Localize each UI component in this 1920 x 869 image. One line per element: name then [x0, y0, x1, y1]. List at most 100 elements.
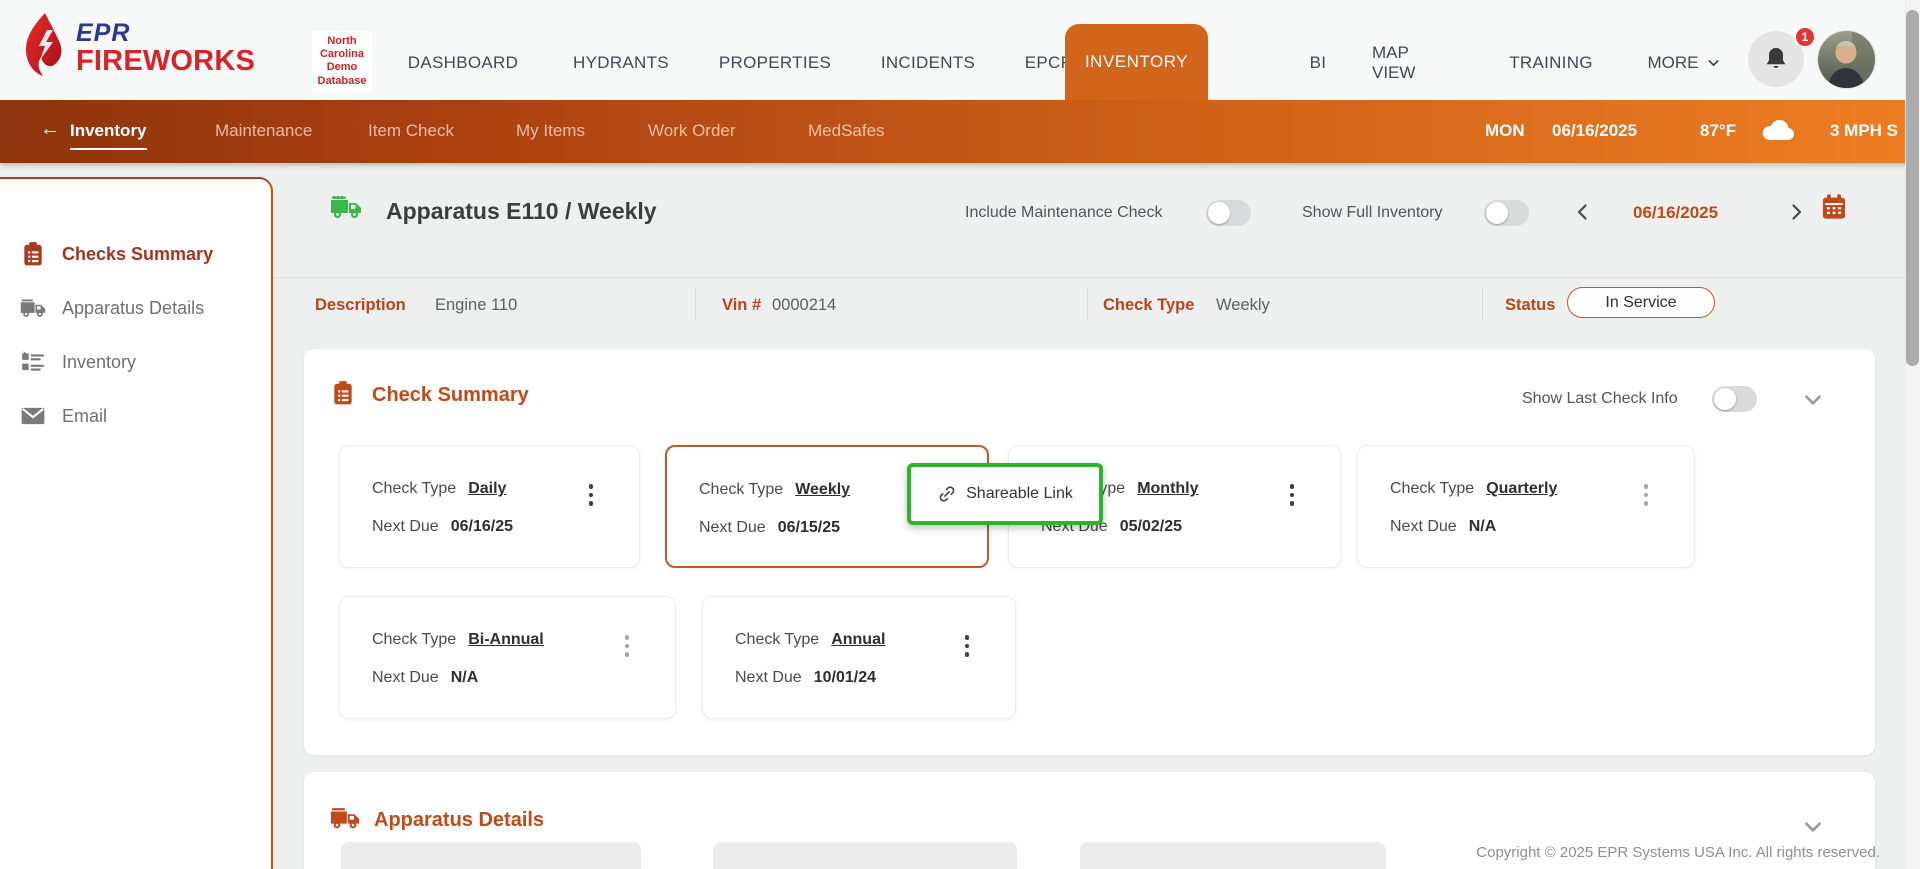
calendar-icon[interactable]	[1820, 193, 1848, 221]
nav-item-hydrants[interactable]: HYDRANTS	[573, 53, 669, 73]
collapse-chevron-icon[interactable]	[1802, 816, 1824, 838]
weather-temperature: 87°F	[1700, 121, 1736, 141]
subnav-item-maintenance[interactable]: Maintenance	[215, 121, 312, 141]
check-type-value: Weekly	[1216, 296, 1270, 315]
badge-line: Demo	[313, 61, 371, 74]
placeholder-block	[1080, 842, 1386, 869]
next-due-label: Next Due	[699, 519, 766, 536]
page-scrollbar	[1905, 0, 1920, 869]
next-date-chevron-icon[interactable]	[1786, 202, 1806, 222]
user-avatar[interactable]	[1818, 31, 1875, 88]
sidebar-item-apparatus-details[interactable]: Apparatus Details	[0, 281, 271, 335]
check-type-label: Check Type	[372, 480, 456, 497]
back-arrow-icon[interactable]: ←	[40, 118, 60, 141]
show-last-check-toggle[interactable]	[1712, 386, 1757, 412]
next-due-label: Next Due	[735, 669, 802, 686]
subnav-item-inventory[interactable]: Inventory	[70, 121, 147, 150]
nav-item-bi[interactable]: BI	[1310, 53, 1327, 73]
sidebar-item-checks-summary[interactable]: Checks Summary	[0, 227, 271, 281]
info-separator	[1087, 287, 1088, 321]
fire-truck-icon	[330, 806, 360, 830]
show-full-inventory-label: Show Full Inventory	[1302, 204, 1443, 222]
check-summary-section: Check Summary Show Last Check Info Check…	[304, 349, 1875, 755]
previous-date-chevron-icon[interactable]	[1573, 202, 1593, 222]
kebab-menu-icon[interactable]	[1288, 482, 1297, 508]
next-due-value: 10/01/24	[814, 669, 876, 686]
nav-item-more[interactable]: MORE	[1648, 53, 1721, 73]
kebab-menu-icon[interactable]	[623, 633, 632, 659]
left-sidebar: Checks Summary Apparatus Details Invento…	[0, 177, 273, 869]
weather-wind: 3 MPH S	[1830, 121, 1898, 141]
check-type-link[interactable]: Monthly	[1137, 480, 1198, 497]
check-card-quarterly[interactable]: Check TypeQuarterly Next DueN/A	[1357, 445, 1695, 568]
more-label: MORE	[1648, 53, 1699, 73]
nav-item-training[interactable]: TRAINING	[1509, 53, 1593, 73]
description-value: Engine 110	[435, 296, 517, 315]
kebab-menu-icon[interactable]	[1642, 482, 1651, 508]
next-due-value: 06/15/25	[778, 519, 840, 536]
status-badge: In Service	[1567, 287, 1715, 318]
screen: EPR FIREWORKS North Carolina Demo Databa…	[0, 0, 1920, 869]
check-card-annual[interactable]: Check TypeAnnual Next Due10/01/24	[702, 596, 1016, 719]
kebab-menu-icon[interactable]	[587, 482, 596, 508]
envelope-icon	[20, 403, 46, 429]
check-type-link[interactable]: Annual	[831, 631, 885, 648]
kebab-menu-icon[interactable]	[963, 633, 972, 659]
shareable-link-menu-item[interactable]: Shareable Link	[907, 463, 1103, 525]
show-last-check-label: Show Last Check Info	[1522, 390, 1678, 408]
collapse-chevron-icon[interactable]	[1802, 389, 1824, 411]
weather-day: MON	[1485, 121, 1525, 141]
bell-icon	[1762, 45, 1790, 73]
map-view-line1: MAP	[1372, 43, 1415, 63]
nav-item-dashboard[interactable]: DASHBOARD	[408, 53, 518, 73]
check-type-link[interactable]: Bi-Annual	[468, 631, 544, 648]
avatar-image	[1818, 31, 1875, 88]
check-type-label: Check Type	[372, 631, 456, 648]
clipboard-icon	[330, 380, 356, 406]
placeholder-block	[341, 842, 641, 869]
subnav-item-my-items[interactable]: My Items	[516, 121, 585, 141]
page-title: Apparatus E110 / Weekly	[386, 198, 657, 225]
include-maintenance-toggle[interactable]	[1206, 200, 1251, 226]
next-due-value: N/A	[1469, 518, 1497, 535]
check-type-link[interactable]: Weekly	[795, 481, 850, 498]
epr-fireworks-logo[interactable]: EPR FIREWORKS	[22, 12, 255, 86]
notification-count-badge: 1	[1794, 26, 1816, 48]
show-full-inventory-toggle[interactable]	[1484, 200, 1529, 226]
subnav-item-item-check[interactable]: Item Check	[368, 121, 454, 141]
sidebar-item-inventory[interactable]: Inventory	[0, 335, 271, 389]
status-label: Status	[1505, 296, 1555, 315]
nav-item-map-view[interactable]: MAP VIEW	[1372, 43, 1415, 82]
check-type-link[interactable]: Quarterly	[1486, 480, 1557, 497]
next-due-label: Next Due	[372, 518, 439, 535]
nav-item-properties[interactable]: PROPERTIES	[719, 53, 831, 73]
clipboard-icon	[20, 241, 46, 267]
sidebar-item-label: Inventory	[62, 352, 136, 373]
subnav-item-medsafes[interactable]: MedSafes	[808, 121, 885, 141]
weather-date: 06/16/2025	[1552, 121, 1637, 141]
shareable-link-label: Shareable Link	[966, 485, 1073, 503]
info-separator	[695, 287, 696, 321]
subnav-item-work-order[interactable]: Work Order	[648, 121, 736, 141]
flame-logo-icon	[22, 12, 68, 86]
check-type-link[interactable]: Daily	[468, 480, 506, 497]
nav-item-incidents[interactable]: INCIDENTS	[881, 53, 975, 73]
nav-item-inventory-active[interactable]: INVENTORY	[1065, 24, 1208, 100]
checklist-icon	[20, 349, 46, 375]
check-card-bi-annual[interactable]: Check TypeBi-Annual Next DueN/A	[339, 596, 676, 719]
logo-text: EPR FIREWORKS	[76, 21, 255, 76]
selected-date[interactable]: 06/16/2025	[1633, 203, 1718, 223]
include-maintenance-label: Include Maintenance Check	[965, 204, 1162, 222]
check-card-daily[interactable]: Check TypeDaily Next Due06/16/25	[339, 445, 640, 568]
copyright-text: Copyright © 2025 EPR Systems USA Inc. Al…	[1476, 844, 1880, 861]
sidebar-item-label: Checks Summary	[62, 244, 213, 265]
link-icon	[937, 484, 957, 504]
chevron-down-icon	[1707, 56, 1721, 70]
badge-line: Database	[313, 75, 371, 88]
demo-database-badge: North Carolina Demo Database	[312, 31, 372, 92]
sidebar-item-email[interactable]: Email	[0, 389, 271, 443]
next-due-label: Next Due	[1390, 518, 1457, 535]
scrollbar-thumb[interactable]	[1906, 10, 1919, 366]
check-type-label: Check Type	[1103, 296, 1194, 315]
vin-value: 0000214	[772, 296, 836, 315]
